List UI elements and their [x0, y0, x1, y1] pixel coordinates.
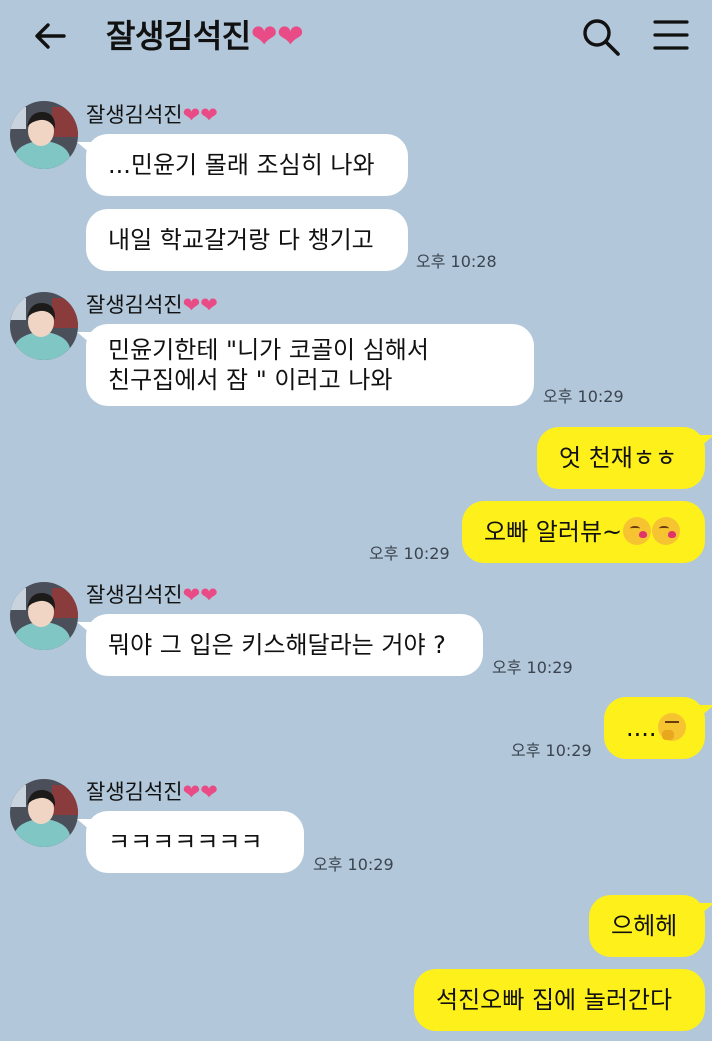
message-text: 내일 학교갈거랑 다 챙기고	[108, 226, 374, 254]
message-text: ....	[626, 714, 657, 742]
message-bubble-incoming[interactable]: ㅋㅋㅋㅋㅋㅋㅋ	[77, 811, 304, 873]
message-text-row: 오빠 알러뷰~	[484, 517, 683, 547]
sender-hearts: ❤❤	[182, 293, 218, 317]
chat-header: 잘생김석진❤❤	[0, 0, 712, 78]
sender-name: 잘생김석진❤❤	[86, 779, 218, 805]
sender-hearts: ❤❤	[182, 103, 218, 127]
message-text: 뭐야 그 입은 키스해달라는 거야 ?	[108, 631, 446, 659]
message-bubble-outgoing[interactable]: 으헤헤	[589, 895, 712, 957]
message-timestamp: 오후 10:29	[543, 387, 624, 406]
message-text: 으헤헤	[611, 912, 678, 940]
message-text: 엇 천재ㅎㅎ	[559, 444, 678, 472]
sender-name: 잘생김석진❤❤	[86, 102, 218, 128]
message-text-row: ....	[626, 713, 686, 743]
message-bubble-outgoing[interactable]: 석진오빠 집에 놀러간다	[414, 969, 705, 1031]
chat-title-text: 잘생김석진	[106, 17, 251, 55]
sender-name-text: 잘생김석진	[86, 583, 183, 607]
message-text-line: 친구집에서 잠 " 이러고 나와	[108, 366, 393, 394]
kissing-face-emoji-icon	[652, 517, 681, 545]
message-text: ㅋㅋㅋㅋㅋㅋㅋ	[108, 828, 263, 856]
message-timestamp: 오후 10:29	[313, 855, 394, 874]
avatar[interactable]	[10, 101, 78, 169]
message-text: 오빠 알러뷰~	[484, 518, 623, 546]
sender-name-text: 잘생김석진	[86, 103, 183, 127]
sender-name: 잘생김석진❤❤	[86, 582, 218, 608]
avatar[interactable]	[10, 292, 78, 360]
sender-hearts: ❤❤	[182, 583, 218, 607]
message-text: ...민윤기 몰래 조심히 나와	[108, 151, 375, 179]
message-timestamp: 오후 10:29	[369, 544, 450, 563]
hamburger-menu-icon[interactable]	[652, 18, 690, 52]
back-arrow-icon[interactable]	[30, 16, 70, 56]
message-bubble-incoming[interactable]: 내일 학교갈거랑 다 챙기고	[86, 209, 408, 271]
search-icon[interactable]	[580, 16, 622, 58]
message-timestamp: 오후 10:29	[511, 741, 592, 760]
message-bubble-outgoing[interactable]: ....	[604, 697, 712, 759]
message-bubble-incoming[interactable]: 뭐야 그 입은 키스해달라는 거야 ?	[77, 614, 483, 676]
sender-hearts: ❤❤	[182, 780, 218, 804]
message-text-line: 민윤기한테 "니가 코골이 심해서	[108, 336, 429, 364]
avatar[interactable]	[10, 582, 78, 650]
profile-photo	[10, 292, 78, 360]
sender-name: 잘생김석진❤❤	[86, 292, 218, 318]
avatar[interactable]	[10, 779, 78, 847]
message-bubble-incoming[interactable]: 민윤기한테 "니가 코골이 심해서 친구집에서 잠 " 이러고 나와	[77, 324, 534, 406]
chat-title-hearts: ❤❤	[250, 17, 304, 55]
message-bubble-outgoing[interactable]: 엇 천재ㅎㅎ	[537, 427, 712, 489]
message-timestamp: 오후 10:28	[416, 252, 497, 271]
thinking-face-emoji-icon	[657, 713, 686, 741]
message-text: 석진오빠 집에 놀러간다	[436, 986, 673, 1014]
sender-name-text: 잘생김석진	[86, 293, 183, 317]
message-bubble-outgoing[interactable]: 오빠 알러뷰~	[462, 501, 705, 563]
kissing-face-emoji-icon	[623, 517, 652, 545]
profile-photo	[10, 101, 78, 169]
sender-name-text: 잘생김석진	[86, 780, 183, 804]
profile-photo	[10, 582, 78, 650]
message-timestamp: 오후 10:29	[492, 658, 573, 677]
profile-photo	[10, 779, 78, 847]
chat-title: 잘생김석진❤❤	[106, 16, 304, 56]
message-bubble-incoming[interactable]: ...민윤기 몰래 조심히 나와	[77, 134, 408, 196]
